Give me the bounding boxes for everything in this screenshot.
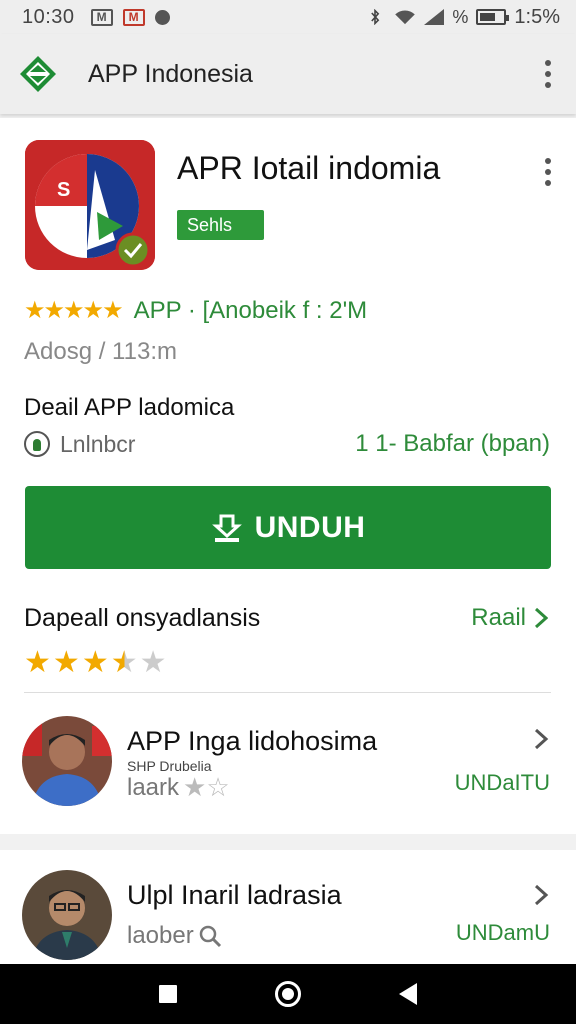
install-button[interactable]: UNDUH	[25, 486, 551, 569]
developer-icon	[24, 431, 50, 457]
star-icon: ★	[24, 646, 51, 679]
related-app-install-link[interactable]: UNDamU	[456, 920, 550, 946]
app-detail-card: S APR Iotail indomia Sehls ★★★★★ APP · […	[0, 118, 576, 834]
reviews-link[interactable]: Raail	[471, 604, 548, 632]
app-overflow-menu-icon[interactable]	[538, 156, 558, 188]
editors-choice-badge: Sehls	[177, 210, 264, 240]
mail-notification-icon: M	[90, 8, 113, 26]
star-icon: ★	[110, 646, 138, 679]
related-app-meta: laark ★☆	[127, 772, 230, 803]
chevron-right-icon	[534, 728, 549, 750]
chevron-right-icon	[534, 607, 548, 629]
wifi-icon	[395, 10, 416, 25]
detail-heading: Deail APP ladomica	[24, 394, 235, 421]
rating-row: ★★★★★ APP · [Anobeik f : 2'M	[24, 296, 367, 325]
reviews-link-label: Raail	[471, 604, 526, 631]
detail-row: Lnlnbcr 1 1- Babfar (bpan)	[24, 430, 550, 458]
battery-icon	[476, 9, 510, 25]
notification-dot-icon	[154, 9, 170, 25]
download-icon	[211, 514, 242, 542]
related-app-install-link[interactable]: UNDaITU	[455, 770, 550, 796]
star-icon: ★☆	[183, 772, 230, 802]
gmail-notification-icon: M	[122, 8, 145, 26]
download-count: Adosg / 113:m	[24, 338, 177, 365]
detail-size: 1 1- Babfar (bpan)	[355, 430, 550, 457]
status-bar: 10:30 M M % 1:5%	[0, 0, 576, 34]
related-app-title: Ulpl Inaril ladrasia	[127, 880, 342, 910]
app-icon[interactable]: S	[25, 140, 155, 270]
avatar	[22, 716, 112, 806]
navigation-bar	[0, 964, 576, 1024]
signal-icon	[424, 9, 445, 25]
back-icon[interactable]	[399, 983, 417, 1005]
overflow-menu-icon[interactable]	[538, 57, 558, 91]
battery-percent: 1:5%	[514, 5, 560, 28]
reviews-heading: Dapeall onsyadlansis	[24, 604, 261, 632]
detail-label: Lnlnbcr	[60, 430, 136, 457]
star-icon: ★	[52, 646, 80, 679]
star-icon: ★	[139, 646, 167, 679]
chevron-right-icon	[534, 884, 549, 906]
home-icon[interactable]	[275, 981, 301, 1007]
review-stars: ★ ★ ★ ★ ★	[24, 648, 167, 678]
install-button-label: UNDUH	[254, 510, 366, 544]
battery-percent-symbol: %	[452, 6, 469, 27]
related-app-meta-text: laark	[127, 773, 180, 801]
app-bar: APP Indonesia	[0, 34, 576, 114]
related-app-item[interactable]: Ulpl Inaril ladrasia laober UNDamU	[0, 850, 576, 960]
related-app-title: APP Inga lidohosima	[127, 726, 378, 756]
app-bar-title: APP Indonesia	[88, 59, 253, 88]
rating-stars: ★★★★★	[24, 297, 124, 324]
rating-summary: APP · [Anobeik f : 2'M	[133, 296, 368, 324]
status-time: 10:30	[22, 5, 75, 28]
related-app-meta: laober	[127, 922, 222, 950]
related-app-card: Ulpl Inaril ladrasia laober UNDamU	[0, 850, 576, 964]
app-logo-icon[interactable]	[18, 54, 58, 94]
bluetooth-icon	[371, 9, 380, 25]
app-icon-graphic: S	[25, 140, 155, 270]
related-app-item[interactable]: APP Inga lidohosima SHP Drubelia laark ★…	[0, 714, 576, 824]
recents-icon[interactable]	[159, 985, 177, 1003]
svg-text:S: S	[57, 179, 70, 201]
related-app-meta-text: laober	[127, 922, 194, 949]
avatar	[22, 870, 112, 960]
app-name: APR Iotail indomia	[177, 150, 441, 186]
search-icon	[199, 925, 221, 948]
star-icon: ★	[81, 646, 109, 679]
divider	[24, 692, 551, 693]
